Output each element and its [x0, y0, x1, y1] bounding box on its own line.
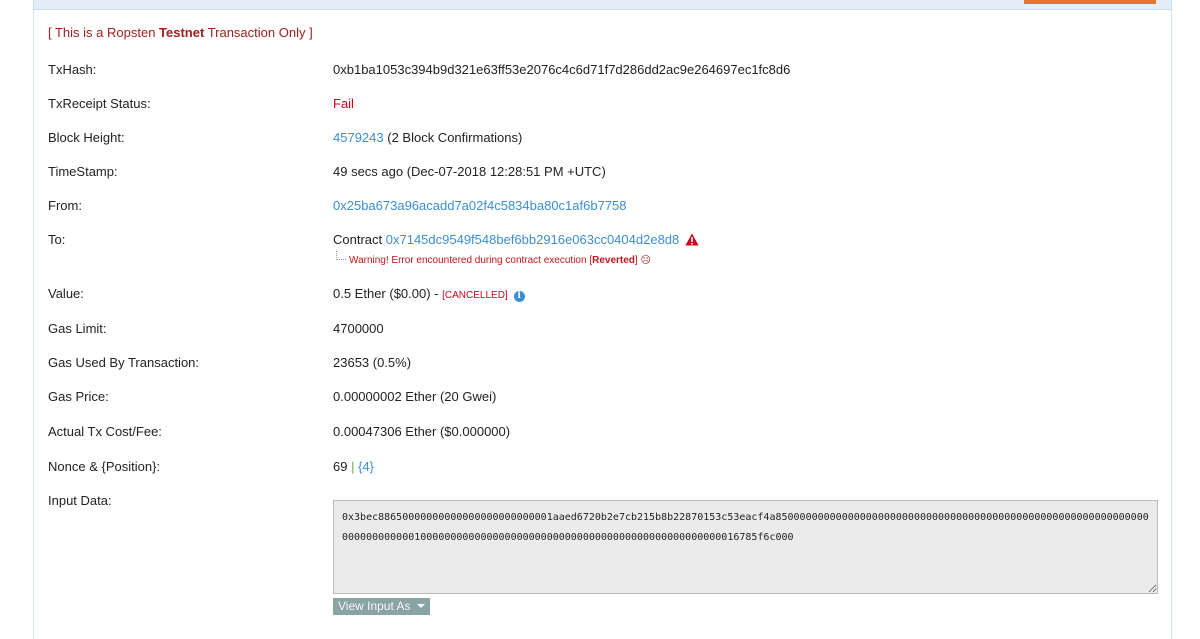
info-icon[interactable]: i	[513, 291, 525, 302]
input-data-textarea[interactable]: 0x3bec88650000000000000000000000001aaed6…	[333, 500, 1158, 594]
value-label: Value:	[48, 286, 84, 301]
view-input-as-button[interactable]: View Input As	[333, 598, 430, 615]
input-data-label: Input Data:	[48, 493, 112, 508]
gas-used-label: Gas Used By Transaction:	[48, 355, 200, 370]
nonce-label: Nonce & {Position}:	[48, 459, 161, 474]
nonce-value: 69 | {4}	[333, 459, 374, 474]
contract-error-warning: Warning! Error encountered during contra…	[336, 251, 651, 266]
gas-price-label: Gas Price:	[48, 389, 109, 404]
from-label: From:	[48, 198, 82, 213]
position-value: {4}	[358, 459, 374, 474]
tree-connector	[336, 251, 346, 260]
status-value: Fail	[333, 96, 354, 111]
block-height-label: Block Height:	[48, 130, 125, 145]
from-address-link[interactable]: 0x25ba673a96acadd7a02f4c5834ba80c1af6b77…	[333, 198, 627, 213]
gas-used-value: 23653 (0.5%)	[333, 355, 412, 370]
orange-tab-edge[interactable]	[1024, 0, 1156, 4]
to-label: To:	[48, 232, 66, 247]
txhash-label: TxHash:	[48, 62, 97, 77]
testnet-notice: [ This is a Ropsten Testnet Transaction …	[48, 25, 313, 40]
top-header-bar	[33, 0, 1172, 10]
from-value: 0x25ba673a96acadd7a02f4c5834ba80c1af6b77…	[333, 198, 627, 213]
timestamp-label: TimeStamp:	[48, 164, 118, 179]
gas-limit-value: 4700000	[333, 321, 384, 336]
nonce-number: 69	[333, 459, 348, 474]
txhash-value: 0xb1ba1053c394b9d321e63ff53e2076c4c6d71f…	[333, 62, 791, 77]
value-amount: 0.5 Ether ($0.00) - [CANCELLED] i	[333, 286, 525, 302]
contract-address-link[interactable]: 0x7145dc9549f548bef6bb2916e063cc0404d2e8…	[386, 232, 680, 247]
gas-price-value: 0.00000002 Ether (20 Gwei)	[333, 389, 497, 404]
timestamp-value: 49 secs ago (Dec-07-2018 12:28:51 PM +UT…	[333, 164, 606, 179]
contract-prefix: Contract	[333, 232, 386, 247]
tx-fee-value: 0.00047306 Ether ($0.000000)	[333, 424, 511, 439]
to-value: Contract 0x7145dc9549f548bef6bb2916e063c…	[333, 232, 699, 247]
warning-triangle-icon	[685, 233, 699, 246]
gas-limit-label: Gas Limit:	[48, 321, 107, 336]
tx-fee-label: Actual Tx Cost/Fee:	[48, 424, 162, 439]
block-confirmations: (2 Block Confirmations)	[383, 130, 523, 145]
block-height-value: 4579243 (2 Block Confirmations)	[333, 130, 522, 145]
status-label: TxReceipt Status:	[48, 96, 151, 111]
block-number-link[interactable]: 4579243	[333, 130, 384, 145]
caret-down-icon	[416, 604, 425, 608]
cancelled-badge: [CANCELLED]	[442, 290, 508, 301]
